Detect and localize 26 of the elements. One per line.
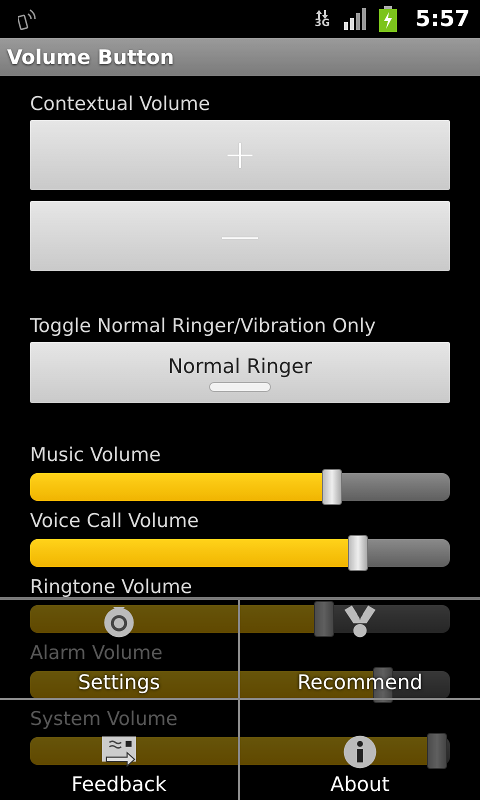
menu-item[interactable]: Recommend [297, 670, 423, 694]
signal-icon [343, 8, 368, 30]
phone-signal-icon [18, 8, 38, 30]
slider-label: Voice Call Volume [30, 509, 200, 533]
gear-icon [102, 604, 136, 638]
slider-label: Music Volume [30, 443, 162, 467]
ringer-toggle-button[interactable]: Normal Ringer [30, 342, 450, 403]
slider-thumb[interactable] [427, 733, 448, 769]
data-arrows-icon [316, 10, 328, 18]
menu-item[interactable]: Settings [78, 670, 160, 694]
slider-label: System Volume [30, 707, 179, 731]
slider-thumb[interactable] [322, 469, 342, 505]
menu-item[interactable]: About [330, 772, 390, 796]
clock: 5:57 [415, 6, 470, 32]
section-label: Toggle Normal Ringer/Vibration Only [30, 314, 377, 338]
slider-thumb[interactable] [348, 535, 368, 571]
section-label: Contextual Volume [30, 92, 212, 116]
network-type: 3G [314, 18, 330, 28]
battery-charging-icon [379, 6, 398, 32]
app-title: Volume Button [7, 45, 174, 69]
menu-item[interactable]: Feedback [71, 772, 167, 796]
info-icon [343, 735, 377, 769]
slider-label: Ringtone Volume [30, 575, 194, 599]
slider-thumb[interactable] [314, 601, 334, 637]
message-icon [102, 735, 136, 769]
slider-label: Alarm Volume [30, 641, 164, 665]
